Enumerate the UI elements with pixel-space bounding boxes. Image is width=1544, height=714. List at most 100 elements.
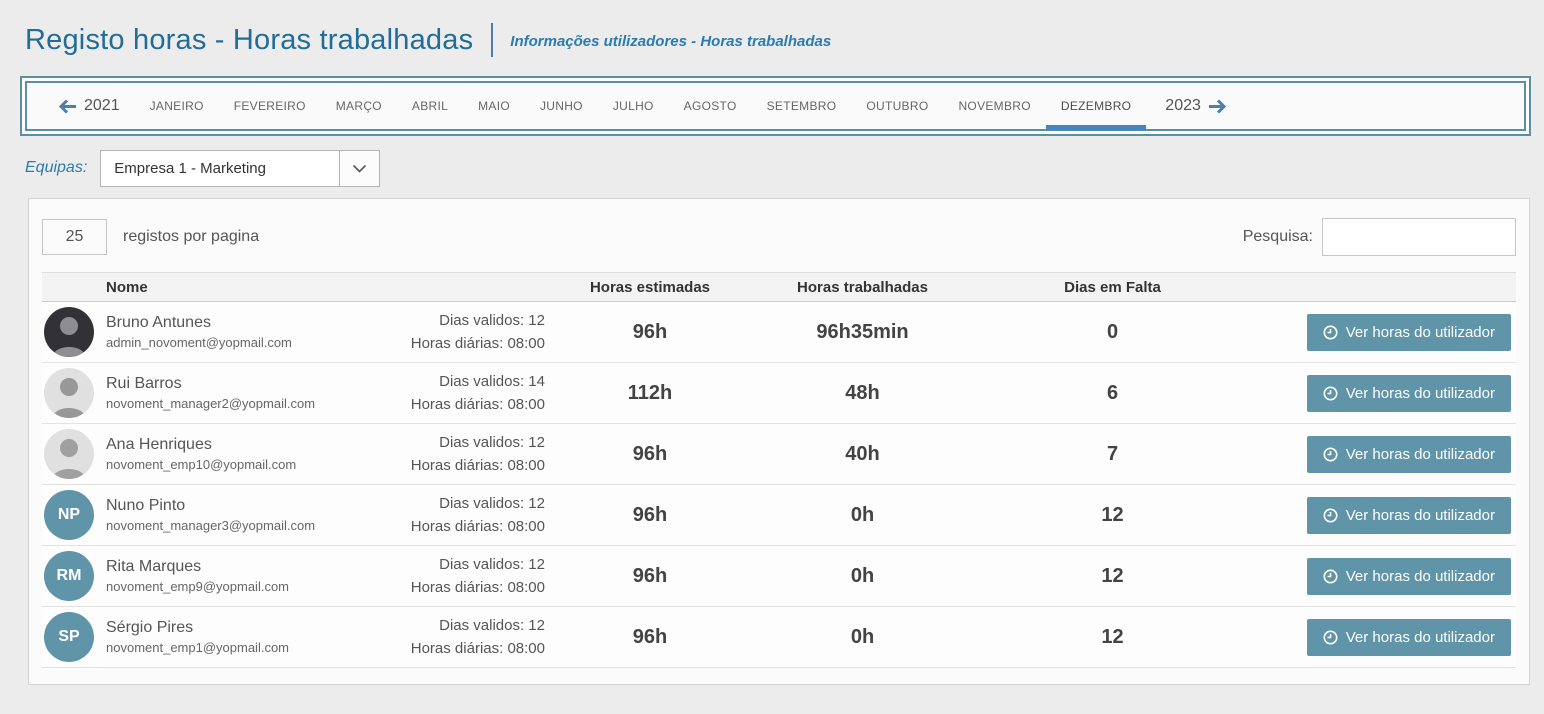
valid-days-label: Dias validos: 14 <box>411 370 545 393</box>
column-header-dias-em-falta: Dias em Falta <box>980 279 1245 296</box>
arrow-left-icon <box>59 99 77 114</box>
worked-hours-value: 0h <box>745 565 980 588</box>
month-junho[interactable]: JUNHO <box>540 99 583 113</box>
view-user-hours-button[interactable]: Ver horas do utilizador <box>1307 497 1511 534</box>
month-janeiro[interactable]: JANEIRO <box>150 99 204 113</box>
view-user-hours-label: Ver horas do utilizador <box>1346 385 1495 402</box>
view-user-hours-label: Ver horas do utilizador <box>1346 568 1495 585</box>
worked-hours-value: 0h <box>745 626 980 649</box>
page-subtitle: Informações utilizadores - Horas trabalh… <box>510 33 831 50</box>
user-email: novoment_emp1@yopmail.com <box>106 640 289 655</box>
table-row: SP Sérgio Pires novoment_emp1@yopmail.co… <box>42 607 1516 668</box>
clock-icon <box>1323 508 1338 523</box>
estimated-hours-value: 96h <box>555 626 745 649</box>
team-filter-label: Equipas: <box>25 159 87 177</box>
user-photo-avatar <box>44 368 94 418</box>
worked-hours-value: 40h <box>745 443 980 466</box>
estimated-hours-value: 96h <box>555 504 745 527</box>
prev-year-label: 2021 <box>84 97 120 115</box>
prev-year-button[interactable]: 2021 <box>59 97 120 115</box>
view-user-hours-button[interactable]: Ver horas do utilizador <box>1307 558 1511 595</box>
valid-days-label: Dias validos: 12 <box>411 553 545 576</box>
missing-days-value: 6 <box>980 382 1245 405</box>
user-photo-avatar <box>44 307 94 357</box>
user-initials-avatar: SP <box>44 612 94 662</box>
column-header-horas-estimadas: Horas estimadas <box>555 279 745 296</box>
user-name: Nuno Pinto <box>106 497 315 515</box>
column-header-nome: Nome <box>42 279 555 296</box>
valid-days-label: Dias validos: 12 <box>411 614 545 637</box>
view-user-hours-button[interactable]: Ver horas do utilizador <box>1307 375 1511 412</box>
missing-days-value: 12 <box>980 626 1245 649</box>
worked-hours-value: 48h <box>745 382 980 405</box>
estimated-hours-value: 96h <box>555 321 745 344</box>
table-controls: registos por pagina Pesquisa: <box>42 212 1516 262</box>
title-divider <box>491 23 493 57</box>
daily-hours-label: Horas diárias: 08:00 <box>411 576 545 599</box>
search-input[interactable] <box>1322 218 1516 256</box>
estimated-hours-value: 96h <box>555 565 745 588</box>
view-user-hours-label: Ver horas do utilizador <box>1346 324 1495 341</box>
team-select-value: Empresa 1 - Marketing <box>101 151 339 186</box>
next-year-label: 2023 <box>1165 97 1201 115</box>
user-initials-avatar: NP <box>44 490 94 540</box>
view-user-hours-label: Ver horas do utilizador <box>1346 629 1495 646</box>
month-outubro[interactable]: OUTUBRO <box>866 99 928 113</box>
user-email: novoment_emp10@yopmail.com <box>106 457 296 472</box>
hours-table-card: registos por pagina Pesquisa: Nome Horas… <box>28 198 1530 685</box>
user-name: Bruno Antunes <box>106 314 292 332</box>
month-abril[interactable]: ABRIL <box>412 99 448 113</box>
user-name: Sérgio Pires <box>106 619 289 637</box>
daily-hours-label: Horas diárias: 08:00 <box>411 332 545 355</box>
table-row: Ana Henriques novoment_emp10@yopmail.com… <box>42 424 1516 485</box>
page-title: Registo horas - Horas trabalhadas <box>25 24 473 57</box>
missing-days-value: 0 <box>980 321 1245 344</box>
worked-hours-value: 96h35min <box>745 321 980 344</box>
month-dezembro-active[interactable]: DEZEMBRO <box>1061 99 1131 113</box>
team-select[interactable]: Empresa 1 - Marketing <box>100 150 380 187</box>
user-photo-avatar <box>44 429 94 479</box>
daily-hours-label: Horas diárias: 08:00 <box>411 637 545 660</box>
user-email: novoment_manager2@yopmail.com <box>106 396 315 411</box>
view-user-hours-button[interactable]: Ver horas do utilizador <box>1307 314 1511 351</box>
search-label: Pesquisa: <box>1243 228 1313 246</box>
month-setembro[interactable]: SETEMBRO <box>767 99 837 113</box>
user-email: novoment_manager3@yopmail.com <box>106 518 315 533</box>
missing-days-value: 7 <box>980 443 1245 466</box>
valid-days-label: Dias validos: 12 <box>411 431 545 454</box>
missing-days-value: 12 <box>980 565 1245 588</box>
user-name: Rita Marques <box>106 558 289 576</box>
month-julho[interactable]: JULHO <box>613 99 654 113</box>
clock-icon <box>1323 447 1338 462</box>
view-user-hours-button[interactable]: Ver horas do utilizador <box>1307 436 1511 473</box>
table-row: NP Nuno Pinto novoment_manager3@yopmail.… <box>42 485 1516 546</box>
clock-icon <box>1323 325 1338 340</box>
month-agosto[interactable]: AGOSTO <box>684 99 737 113</box>
page-header: Registo horas - Horas trabalhadas Inform… <box>0 0 1544 76</box>
table-header-row: Nome Horas estimadas Horas trabalhadas D… <box>42 272 1516 302</box>
month-navigation-bar: 2021 JANEIRO FEVEREIRO MARÇO ABRIL MAIO … <box>20 76 1531 136</box>
team-filter-row: Equipas: Empresa 1 - Marketing <box>25 149 1544 187</box>
daily-hours-label: Horas diárias: 08:00 <box>411 515 545 538</box>
clock-icon <box>1323 630 1338 645</box>
worked-hours-value: 0h <box>745 504 980 527</box>
page-size-input[interactable] <box>42 219 107 255</box>
clock-icon <box>1323 386 1338 401</box>
estimated-hours-value: 96h <box>555 443 745 466</box>
daily-hours-label: Horas diárias: 08:00 <box>411 393 545 416</box>
next-year-button[interactable]: 2023 <box>1165 97 1226 115</box>
missing-days-value: 12 <box>980 504 1245 527</box>
chevron-down-icon <box>339 151 379 186</box>
user-email: admin_novoment@yopmail.com <box>106 335 292 350</box>
estimated-hours-value: 112h <box>555 382 745 405</box>
valid-days-label: Dias validos: 12 <box>411 492 545 515</box>
user-email: novoment_emp9@yopmail.com <box>106 579 289 594</box>
arrow-right-icon <box>1208 99 1226 114</box>
view-user-hours-button[interactable]: Ver horas do utilizador <box>1307 619 1511 656</box>
month-fevereiro[interactable]: FEVEREIRO <box>234 99 306 113</box>
month-maio[interactable]: MAIO <box>478 99 510 113</box>
month-marco[interactable]: MARÇO <box>336 99 382 113</box>
view-user-hours-label: Ver horas do utilizador <box>1346 507 1495 524</box>
month-novembro[interactable]: NOVEMBRO <box>958 99 1030 113</box>
column-header-horas-trabalhadas: Horas trabalhadas <box>745 279 980 296</box>
